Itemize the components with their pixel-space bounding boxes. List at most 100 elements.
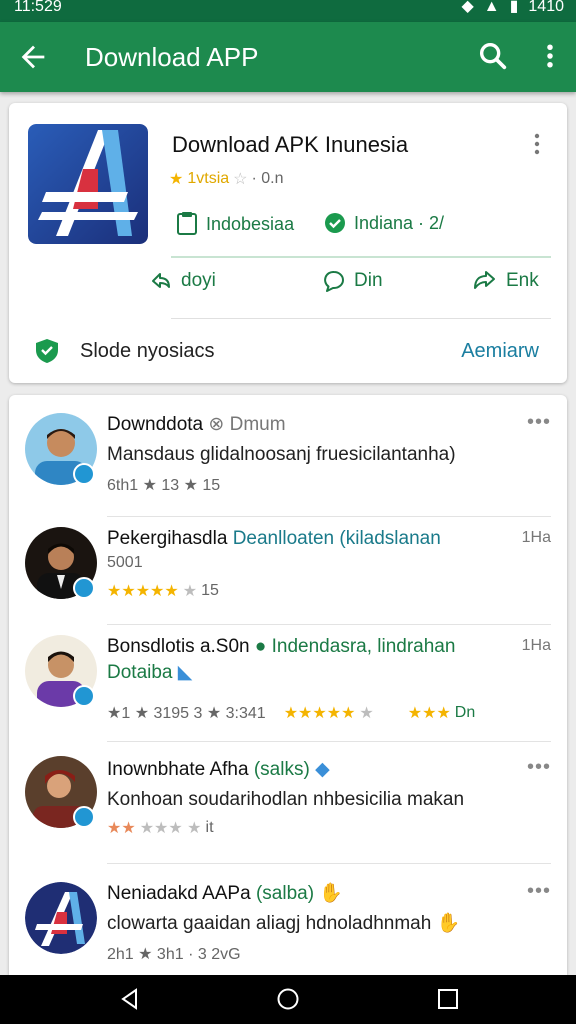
reviewer-extra-text: (salks) (253, 759, 310, 780)
wifi-icon: ◆ (461, 0, 474, 15)
status-bar: 11:529 ◆ ▲ ▮ 1410 (0, 0, 576, 22)
review-text: Mansdaus glidalnoosanj fruesicilantanha) (107, 444, 456, 465)
review-text: Konhoan soudarihodlan nhbesicilia makan (107, 789, 465, 810)
list-item[interactable]: Pekergihasdla Deanlloaten (kiladslanan 1… (9, 517, 567, 625)
reviewer-name: Inownbhate Afha (salks) ◆ (107, 758, 330, 782)
status-clock-right: 1410 (528, 0, 564, 15)
review-menu-icon[interactable]: ••• (527, 880, 551, 903)
review-text-content: clowarta gaaidan aliagj hdnoladhnmah (107, 913, 432, 934)
review-text-content: Dotaiba (107, 662, 173, 683)
reviewer-name: Neniadakd AAPa (salba) ✋ (107, 882, 343, 906)
security-label: Slode nyosiacs (80, 340, 215, 362)
shield-icon (36, 339, 58, 363)
tag-verified-label: Indiana · 2/ (354, 212, 445, 233)
list-item[interactable]: Downddota ⊗ Dmum ••• Mansdaus glidalnoos… (9, 395, 567, 517)
page-title: Download APP (85, 42, 259, 72)
action-comment-label: Din (354, 270, 383, 291)
verified-badge-icon (73, 577, 95, 599)
review-meta-text: ★1 ★ 3195 3 ★ 3:341 (107, 705, 266, 722)
app-name: Download APK Inunesia (172, 132, 409, 157)
star-icon: ★ (169, 171, 184, 188)
reviewer-name: Pekergihasdla Deanlloaten (kiladslanan (107, 527, 441, 551)
signal-icon: ▲ (483, 0, 500, 15)
hand-icon: ✋ (436, 913, 461, 934)
security-row: Slode nyosiacs Aemiarw (9, 331, 567, 371)
actions-row: doyi Din Enk (9, 269, 567, 305)
tag-language-label: Indobesiaa (206, 213, 295, 234)
nav-recents-icon[interactable] (436, 987, 460, 1011)
security-link[interactable]: Aemiarw (461, 339, 539, 363)
divider (171, 256, 551, 258)
review-time: 1Ha (521, 529, 551, 546)
review-meta: 6th1 ★ 13 ★ 15 (107, 475, 220, 495)
reviewer-extra-text: (salba) (255, 883, 315, 904)
search-icon[interactable] (476, 39, 510, 73)
app-card: Download APK Inunesia ★ 1vtsia ☆ · 0.n I… (9, 103, 567, 383)
list-item[interactable]: Bonsdlotis a.S0n ● Indendasra, lindrahan… (9, 625, 567, 742)
nav-home-icon[interactable] (276, 987, 300, 1011)
reviewer-name-text: Inownbhate Afha (107, 759, 249, 780)
star-empty-icon: ★★★ ★ (139, 820, 202, 837)
reviewer-name-text: Downddota (107, 414, 204, 435)
status-time: 11:529 (14, 0, 62, 15)
tag-language[interactable]: Indobesiaa (176, 212, 294, 236)
comment-icon (324, 270, 344, 292)
app-logo-icon (28, 124, 148, 244)
document-icon (177, 212, 197, 235)
card-menu-icon[interactable] (527, 131, 547, 157)
rating-row: ★ 1vtsia ☆ · 0.n (169, 169, 284, 189)
wechat-icon: ● (254, 636, 267, 657)
verified-badge-icon (73, 685, 95, 707)
nav-back-icon[interactable] (118, 987, 142, 1011)
review-menu-icon[interactable]: ••• (527, 756, 551, 779)
rating-extra: · 0.n (251, 170, 284, 187)
emoji-icon: ◣ (177, 662, 193, 683)
divider (171, 318, 551, 319)
review-meta-text: 2h1 ★ 3h1 · 3 2vG (107, 946, 241, 963)
review-meta: ★★★★★ ★ 15 (107, 581, 219, 601)
forward-icon (474, 271, 495, 289)
reviewer-extra-text: Deanlloaten (kiladslanan (232, 528, 441, 549)
stars-rating-small: ★★★ (407, 705, 451, 722)
review-meta-text-2: Dn (454, 704, 476, 721)
review-menu-icon[interactable]: ••• (527, 411, 551, 434)
check-circle-icon (325, 213, 345, 233)
star-empty-icon: ★ (182, 583, 198, 600)
battery-icon: ▮ (509, 0, 519, 15)
list-item[interactable]: Inownbhate Afha (salks) ◆ ••• Konhoan so… (9, 742, 567, 864)
review-time: 1Ha (521, 637, 551, 654)
action-download[interactable]: doyi (149, 269, 216, 293)
reviewer-extra-text: Indendasra, lindrahan (271, 636, 456, 657)
action-share-label: Enk (506, 270, 539, 291)
app-bar: Download APP (0, 22, 576, 92)
tags-row: Indobesiaa Indiana · 2/ (176, 212, 551, 242)
star-empty-icon: ☆ (233, 171, 248, 188)
avatar (25, 882, 97, 954)
share-arrow-icon (152, 273, 170, 288)
action-comment[interactable]: Din (322, 269, 383, 293)
stars-rating: ★★ (107, 820, 136, 837)
review-meta: 2h1 ★ 3h1 · 3 2vG (107, 944, 241, 964)
review-text: 5001 (107, 554, 143, 571)
review-meta-text: it (205, 819, 214, 836)
back-arrow-icon[interactable] (16, 40, 50, 74)
list-item[interactable]: Neniadakd AAPa (salba) ✋ ••• clowarta ga… (9, 864, 567, 975)
star-empty-icon: ★ (359, 705, 374, 722)
action-share[interactable]: Enk (472, 269, 539, 293)
review-text: Dotaiba ◣ (107, 661, 192, 685)
verified-badge-icon (73, 806, 95, 828)
reviewer-extra-text: Dmum (229, 414, 286, 435)
review-meta: ★1 ★ 3195 3 ★ 3:341 ★★★★★ ★ ★★★ Dn (107, 703, 552, 723)
hand-icon: ✋ (319, 883, 343, 904)
review-text: clowarta gaaidan aliagj hdnoladhnmah ✋ (107, 912, 460, 936)
review-meta: ★★ ★★★ ★ it (107, 818, 214, 838)
reviewer-name: Bonsdlotis a.S0n ● Indendasra, lindrahan (107, 635, 455, 659)
review-meta-text: 6th1 ★ 13 ★ 15 (107, 477, 221, 494)
overflow-menu-icon[interactable] (535, 39, 565, 73)
reviewer-name-text: Neniadakd AAPa (107, 883, 251, 904)
review-meta-text: 15 (201, 582, 219, 599)
rating-value: 1vtsia (187, 170, 230, 187)
action-download-label: doyi (181, 270, 216, 291)
verified-badge-icon (73, 463, 95, 485)
tag-verified[interactable]: Indiana · 2/ (324, 212, 444, 234)
